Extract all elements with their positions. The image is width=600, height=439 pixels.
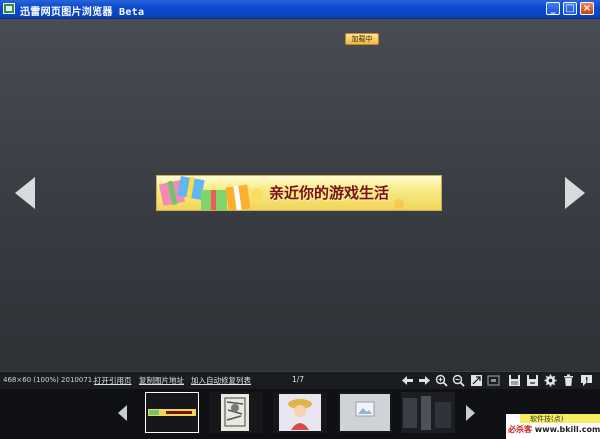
thumbnail-item[interactable] <box>401 392 455 433</box>
image-viewer[interactable]: 亲近你的游戏生活 <box>0 19 600 371</box>
thumbnail-comic-image <box>221 394 249 431</box>
loading-badge: 加载中 <box>345 33 379 45</box>
thumbnail-dark-image <box>401 392 455 433</box>
thumbnail-item[interactable] <box>145 392 199 433</box>
watermark-banner: 软件技(点) <box>520 414 600 423</box>
thumbnail-loading-image <box>340 394 390 431</box>
save-as-icon[interactable] <box>526 374 539 387</box>
close-icon: × <box>582 3 592 14</box>
settings-icon[interactable] <box>544 374 557 387</box>
strip-prev-button[interactable] <box>118 405 127 421</box>
minimize-button[interactable]: _ <box>546 2 560 15</box>
thumbnail-anime-image <box>279 394 321 431</box>
watermark-site-b: www.bkill.com <box>534 425 600 434</box>
back-icon[interactable] <box>401 374 414 387</box>
delete-icon[interactable] <box>562 374 575 387</box>
actual-size-icon[interactable] <box>487 374 500 387</box>
maximize-button[interactable]: □ <box>563 2 577 15</box>
fit-icon[interactable] <box>470 374 483 387</box>
zoom-in-icon[interactable] <box>435 374 448 387</box>
minimize-icon: _ <box>550 3 556 14</box>
watermark-site-a: 必杀客 <box>508 425 532 434</box>
prev-image-button[interactable] <box>15 177 35 209</box>
next-image-button[interactable] <box>565 177 585 209</box>
open-referrer-link[interactable]: 打开引用页 <box>94 375 132 386</box>
watermark-site: 必杀客 www.bkill.com <box>508 424 600 435</box>
zoom-out-icon[interactable] <box>452 374 465 387</box>
strip-next-button[interactable] <box>466 405 475 421</box>
copy-image-url-link[interactable]: 复制图片地址 <box>139 375 184 386</box>
page-indicator: 1/7 <box>292 375 305 384</box>
title-bar[interactable]: 迅雷网页图片浏览器 Beta _ □ × <box>0 0 600 19</box>
forward-icon[interactable] <box>418 374 431 387</box>
add-auto-fix-link[interactable]: 加入自动修复列表 <box>191 375 251 386</box>
info-icon[interactable] <box>580 374 593 387</box>
save-icon[interactable] <box>508 374 521 387</box>
maximize-icon: □ <box>565 3 575 14</box>
site-watermark: 软件技(点) 必杀客 www.bkill.com <box>506 414 600 439</box>
banner-text: 亲近你的游戏生活 <box>269 184 390 202</box>
thumbnail-banner-image <box>148 409 196 416</box>
close-button[interactable]: × <box>580 2 594 15</box>
watermark-top-text: 软件技(点) <box>530 415 564 423</box>
app-icon <box>3 3 15 14</box>
thumbnail-item[interactable] <box>273 392 327 433</box>
window-title: 迅雷网页图片浏览器 Beta <box>20 7 145 18</box>
image-info: 468×60 (100%) 2010071... <box>3 376 99 384</box>
status-bar: 468×60 (100%) 2010071... 打开引用页 复制图片地址 加入… <box>0 371 600 389</box>
thumbnail-item[interactable] <box>338 392 392 433</box>
displayed-image: 亲近你的游戏生活 <box>156 175 442 211</box>
thumbnail-item[interactable] <box>209 392 263 433</box>
